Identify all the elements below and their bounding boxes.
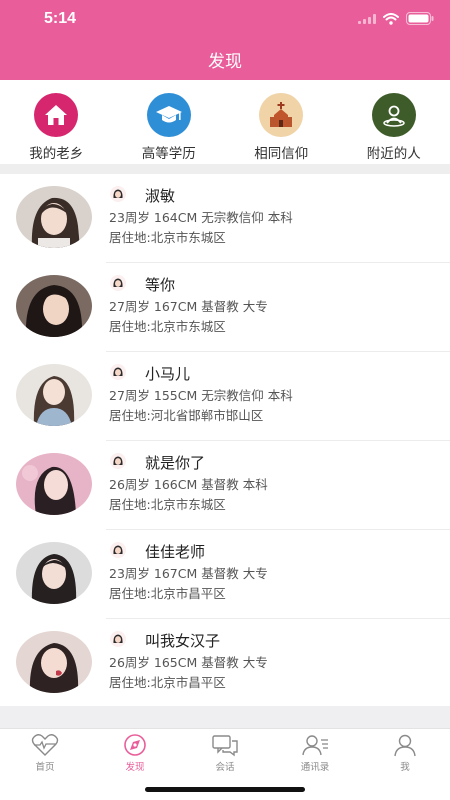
user-card[interactable]: 淑敏 23周岁 164CM 无宗教信仰 本科 居住地:北京市东城区 [0, 174, 450, 263]
user-name: 淑敏 [145, 187, 176, 205]
category-label: 高等学历 [141, 146, 196, 162]
person-icon [394, 734, 416, 757]
category-nearby[interactable]: 附近的人 [338, 80, 450, 164]
user-address: 居住地:北京市昌平区 [109, 586, 226, 601]
page-title: 发现 [208, 52, 242, 72]
avatar [16, 275, 92, 337]
chat-bubbles-icon [212, 735, 238, 757]
user-card[interactable]: 叫我女汉子 26周岁 165CM 基督教 大专 居住地:北京市昌平区 [0, 619, 450, 708]
avatar [16, 364, 92, 426]
user-list: 淑敏 23周岁 164CM 无宗教信仰 本科 居住地:北京市东城区 等你 27周… [0, 174, 450, 706]
user-info: 26周岁 166CM 基督教 本科 [109, 477, 268, 492]
battery-icon [406, 12, 434, 25]
user-info: 27周岁 167CM 基督教 大专 [109, 299, 268, 314]
user-info: 23周岁 167CM 基督教 大专 [109, 566, 268, 581]
user-name: 等你 [145, 276, 176, 294]
female-icon [110, 186, 126, 202]
female-icon [110, 453, 126, 469]
section-separator [0, 164, 450, 174]
wifi-icon [383, 12, 399, 25]
graduation-cap-icon [146, 93, 191, 137]
app-header: 5:14 发现 [0, 0, 450, 80]
female-icon [110, 364, 126, 380]
user-address: 居住地:河北省邯郸市邯山区 [109, 408, 264, 423]
user-card[interactable]: 就是你了 26周岁 166CM 基督教 本科 居住地:北京市东城区 [0, 441, 450, 530]
user-name: 佳佳老师 [145, 543, 206, 561]
category-label: 相同信仰 [254, 146, 309, 162]
tab-label: 通讯录 [300, 762, 330, 773]
user-info: 23周岁 164CM 无宗教信仰 本科 [109, 210, 293, 225]
user-address: 居住地:北京市昌平区 [109, 675, 226, 690]
tab-home[interactable]: 首页 [0, 729, 90, 800]
tab-label: 发现 [125, 762, 145, 773]
user-card[interactable]: 小马儿 27周岁 155CM 无宗教信仰 本科 居住地:河北省邯郸市邯山区 [0, 352, 450, 441]
category-hometown[interactable]: 我的老乡 [0, 80, 113, 164]
category-education[interactable]: 高等学历 [113, 80, 226, 164]
home-indicator [145, 787, 305, 792]
tab-label: 首页 [35, 762, 55, 773]
status-time: 5:14 [44, 10, 77, 27]
avatar [16, 631, 92, 693]
signal-icon [358, 13, 376, 24]
category-bar: 我的老乡 高等学历 相同信仰 附近的人 [0, 80, 450, 164]
home-icon [34, 93, 79, 137]
female-icon [110, 631, 126, 647]
user-info: 26周岁 165CM 基督教 大专 [109, 655, 268, 670]
user-card[interactable]: 佳佳老师 23周岁 167CM 基督教 大专 居住地:北京市昌平区 [0, 530, 450, 619]
user-address: 居住地:北京市东城区 [109, 497, 226, 512]
tab-me[interactable]: 我 [360, 729, 450, 800]
user-address: 居住地:北京市东城区 [109, 230, 226, 245]
user-info: 27周岁 155CM 无宗教信仰 本科 [109, 388, 293, 403]
female-icon [110, 275, 126, 291]
user-name: 就是你了 [145, 454, 206, 472]
category-label: 我的老乡 [29, 146, 84, 162]
user-name: 叫我女汉子 [145, 632, 221, 650]
tab-label: 我 [400, 762, 410, 773]
category-label: 附近的人 [366, 146, 421, 162]
location-person-icon [371, 93, 416, 137]
church-icon [259, 93, 304, 137]
status-icons [358, 12, 434, 25]
heartbeat-icon [31, 734, 59, 756]
contacts-icon [302, 735, 328, 756]
discover-icon [124, 734, 146, 756]
female-icon [110, 542, 126, 558]
bottom-separator [0, 706, 450, 728]
avatar [16, 542, 92, 604]
user-card[interactable]: 等你 27周岁 167CM 基督教 大专 居住地:北京市东城区 [0, 263, 450, 352]
category-faith[interactable]: 相同信仰 [225, 80, 338, 164]
avatar [16, 186, 92, 248]
user-name: 小马儿 [145, 365, 191, 383]
tab-label: 会话 [215, 762, 235, 773]
user-address: 居住地:北京市东城区 [109, 319, 226, 334]
avatar [16, 453, 92, 515]
